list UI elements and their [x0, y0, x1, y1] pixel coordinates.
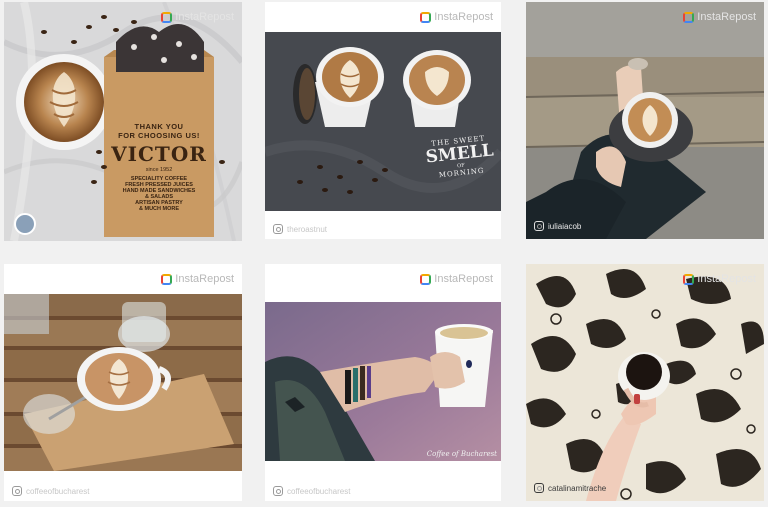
instarepost-label: InstaRepost	[697, 11, 756, 23]
instarepost-logo-icon	[683, 11, 695, 23]
post-username[interactable]: catalinamitrache	[548, 484, 606, 493]
post-card-4[interactable]: InstaRepost coffeeofbucharest	[4, 264, 242, 501]
avatar[interactable]	[14, 213, 36, 235]
instagram-icon	[534, 483, 544, 493]
instagram-icon	[273, 224, 283, 234]
post-username[interactable]: coffeeofbucharest	[287, 487, 350, 496]
instarepost-label: InstaRepost	[697, 273, 756, 285]
post-footer: coffeeofbucharest	[273, 486, 350, 496]
instarepost-label: InstaRepost	[175, 273, 234, 285]
instagram-icon	[12, 486, 22, 496]
instagram-icon	[273, 486, 283, 496]
post-image-2[interactable]: THE SWEET SMELL OF MORNING	[265, 32, 501, 211]
bag-text-line1: THANK YOU	[134, 122, 184, 131]
post-footer: iuliaiacob	[534, 221, 581, 231]
post-footer: coffeeofbucharest	[12, 486, 89, 496]
instarepost-logo-icon	[420, 11, 432, 23]
post-card-3[interactable]: InstaRepost iuliaiacob	[526, 2, 764, 239]
instarepost-label: InstaRepost	[434, 273, 493, 285]
instarepost-badge: InstaRepost	[683, 11, 756, 23]
bag-item-6: & MUCH MORE	[138, 206, 180, 212]
photo-watermark: Coffee of Bucharest	[426, 450, 497, 458]
instarepost-badge: InstaRepost	[161, 11, 234, 23]
instarepost-badge: InstaRepost	[420, 11, 493, 23]
bag-since: since 1952	[145, 167, 173, 173]
smell-of-morning-text: THE SWEET SMELL OF MORNING	[423, 133, 497, 180]
instarepost-logo-icon	[161, 11, 173, 23]
post-username[interactable]: coffeeofbucharest	[26, 487, 89, 496]
instagram-icon	[534, 221, 544, 231]
post-username[interactable]: iuliaiacob	[548, 222, 581, 231]
post-image-3[interactable]	[526, 2, 764, 239]
instarepost-badge: InstaRepost	[420, 273, 493, 285]
post-image-4[interactable]	[4, 294, 242, 471]
post-username[interactable]: theroastnut	[287, 225, 327, 234]
instarepost-logo-icon	[161, 273, 173, 285]
instarepost-badge: InstaRepost	[161, 273, 234, 285]
post-image-5[interactable]: Coffee of Bucharest	[265, 302, 501, 461]
post-image-1[interactable]: THANK YOU FOR CHOOSING US! VICTOR since …	[4, 2, 242, 241]
post-card-6[interactable]: InstaRepost catalinamitrache	[526, 264, 764, 501]
post-footer: catalinamitrache	[534, 483, 606, 493]
post-card-1[interactable]: THANK YOU FOR CHOOSING US! VICTOR since …	[4, 2, 242, 241]
post-footer: theroastnut	[273, 224, 327, 234]
bag-brand: VICTOR	[111, 142, 207, 166]
instarepost-logo-icon	[683, 273, 695, 285]
instarepost-label: InstaRepost	[434, 11, 493, 23]
instarepost-label: InstaRepost	[175, 11, 234, 23]
bag-text-line2: FOR CHOOSING US!	[118, 131, 200, 140]
instarepost-badge: InstaRepost	[683, 273, 756, 285]
post-card-2[interactable]: THE SWEET SMELL OF MORNING InstaRepost t…	[265, 2, 501, 239]
post-image-6[interactable]	[526, 264, 764, 501]
post-card-5[interactable]: Coffee of Bucharest InstaRepost coffeeof…	[265, 264, 501, 501]
instarepost-logo-icon	[420, 273, 432, 285]
